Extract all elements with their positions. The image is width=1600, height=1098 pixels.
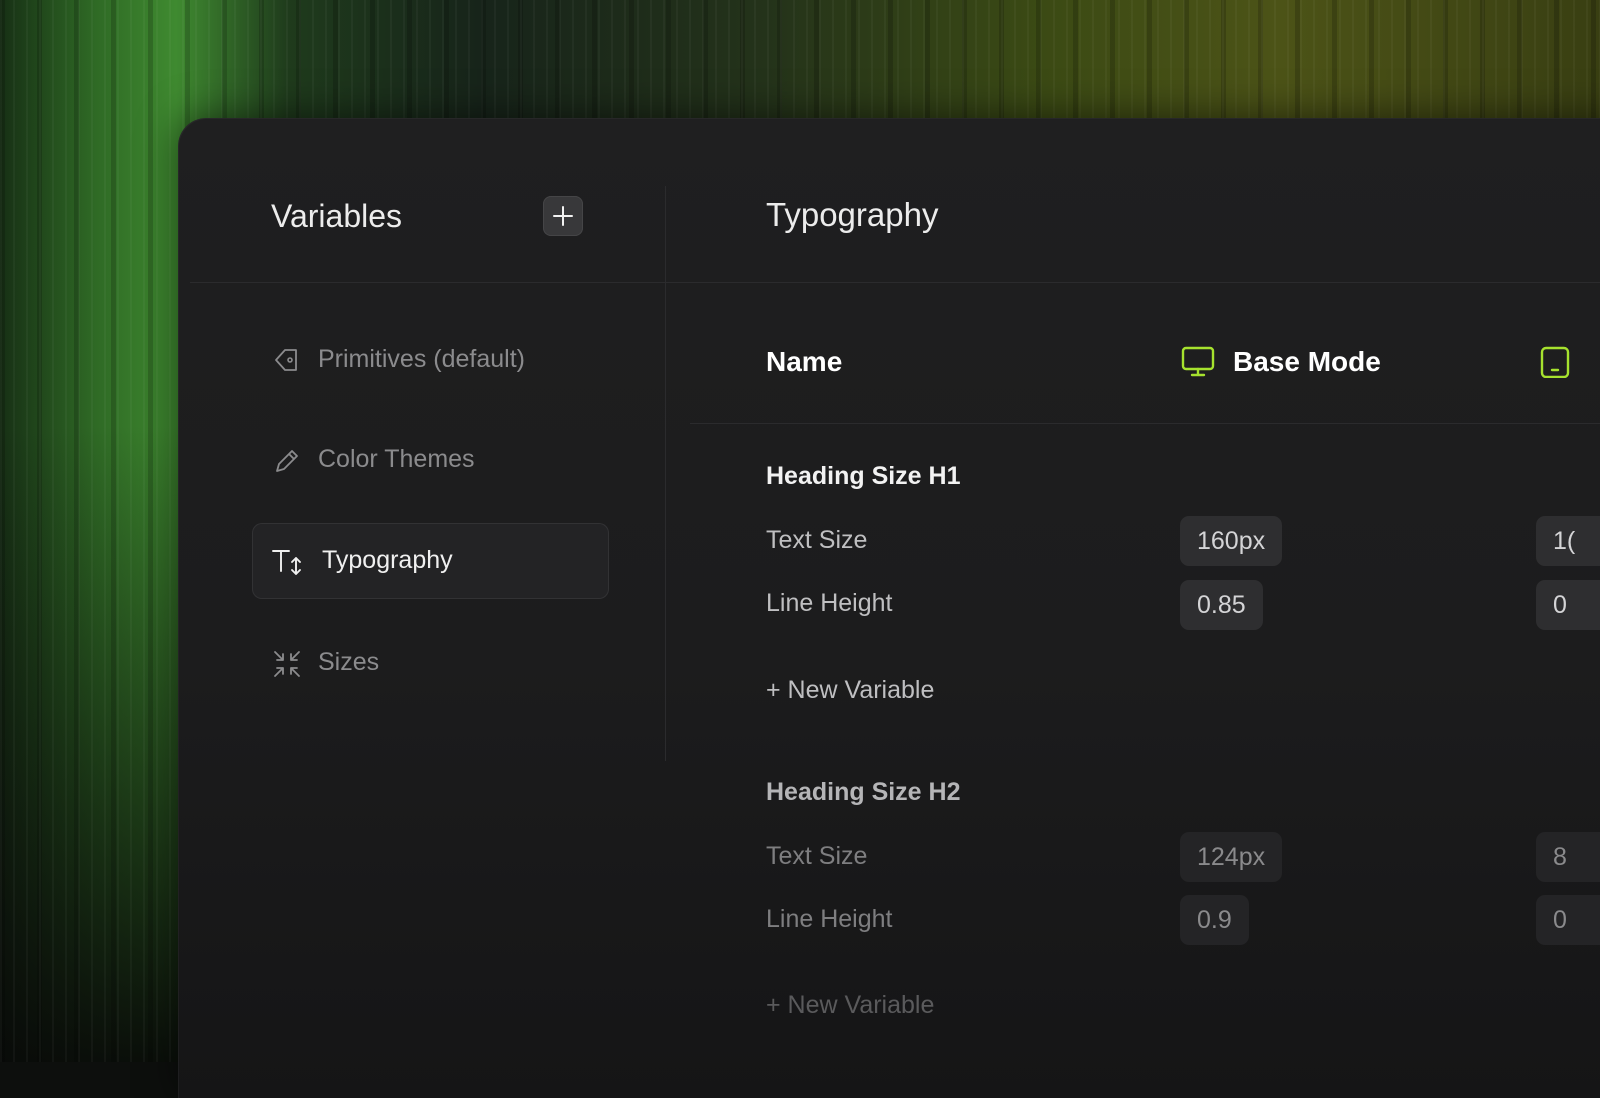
sidebar-item-primitives[interactable]: Primitives (default) bbox=[252, 322, 609, 398]
value-h2-line-height-base[interactable]: 0.9 bbox=[1180, 895, 1249, 945]
collapse-arrows-icon bbox=[274, 651, 300, 677]
sidebar-item-label: Color Themes bbox=[318, 445, 475, 473]
column-header-name: Name bbox=[766, 346, 843, 377]
sidebar-item-typography[interactable]: Typography bbox=[252, 523, 609, 599]
value-h1-text-size-base[interactable]: 160px bbox=[1180, 516, 1283, 566]
value-h1-line-height-tablet[interactable]: 0 bbox=[1536, 580, 1600, 630]
desktop-monitor-icon bbox=[1181, 346, 1215, 377]
sidebar-item-sizes[interactable]: Sizes bbox=[252, 625, 609, 701]
table-header-divider bbox=[690, 423, 1600, 424]
value-h2-text-size-base[interactable]: 124px bbox=[1180, 832, 1283, 882]
tag-icon bbox=[275, 349, 297, 371]
value-h2-line-height-tablet[interactable]: 0 bbox=[1536, 895, 1600, 945]
header-divider bbox=[190, 282, 1600, 283]
group-title-h2: Heading Size H2 bbox=[766, 778, 961, 806]
page-title: Typography bbox=[766, 196, 939, 233]
row-label-line-height: Line Height bbox=[766, 905, 893, 933]
value-h1-line-height-base[interactable]: 0.85 bbox=[1180, 580, 1263, 630]
sidebar-item-label: Primitives (default) bbox=[318, 345, 525, 373]
plus-icon bbox=[553, 206, 573, 226]
text-size-icon bbox=[272, 550, 301, 575]
new-variable-button-h2[interactable]: + New Variable bbox=[766, 991, 934, 1020]
row-label-text-size: Text Size bbox=[766, 526, 868, 554]
sidebar-divider bbox=[665, 186, 666, 761]
sidebar-item-label: Sizes bbox=[318, 648, 380, 676]
sidebar-item-color-themes[interactable]: Color Themes bbox=[252, 422, 609, 498]
value-h1-text-size-tablet[interactable]: 1( bbox=[1536, 516, 1600, 566]
sidebar-title: Variables bbox=[271, 198, 403, 234]
sidebar-item-label: Typography bbox=[322, 546, 453, 574]
value-h2-text-size-tablet[interactable]: 8 bbox=[1536, 832, 1600, 882]
group-title-h1: Heading Size H1 bbox=[766, 462, 961, 490]
new-variable-button-h1[interactable]: + New Variable bbox=[766, 676, 934, 705]
add-collection-button[interactable] bbox=[543, 196, 583, 236]
column-header-base-mode[interactable]: Base Mode bbox=[1233, 346, 1381, 378]
row-label-text-size: Text Size bbox=[766, 842, 868, 870]
pencil-icon bbox=[276, 450, 298, 472]
tablet-icon bbox=[1540, 346, 1570, 378]
row-label-line-height: Line Height bbox=[766, 589, 893, 617]
